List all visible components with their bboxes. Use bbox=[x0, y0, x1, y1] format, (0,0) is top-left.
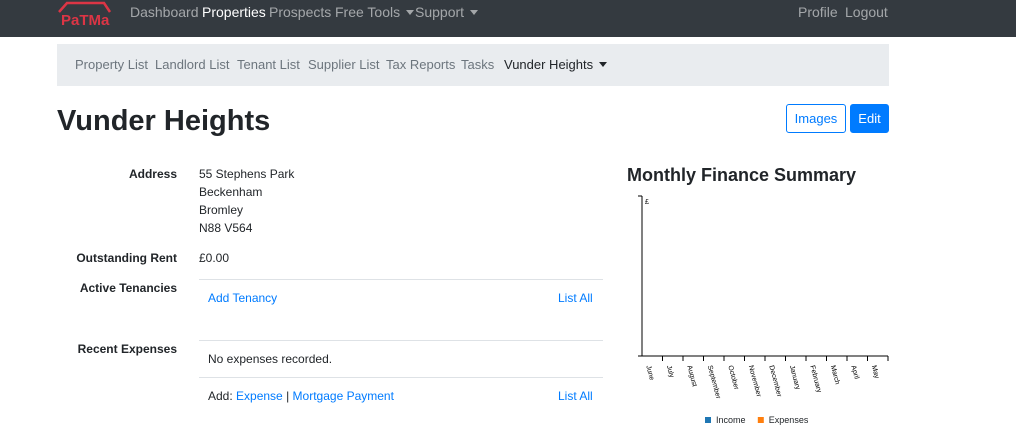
no-expenses-text: No expenses recorded. bbox=[208, 352, 333, 366]
chart-plot: £ June July August September October November D… bbox=[638, 195, 889, 425]
divider bbox=[199, 340, 603, 341]
images-button[interactable]: Images bbox=[786, 104, 846, 133]
property-subnav: Property List Landlord List Tenant List … bbox=[57, 44, 889, 86]
x-tick-label: March bbox=[829, 365, 841, 386]
x-tick-label: December bbox=[767, 365, 782, 399]
brand-logo[interactable]: PaTMa bbox=[57, 0, 112, 29]
subnav-tenant-list[interactable]: Tenant List bbox=[237, 57, 300, 72]
outstanding-rent-value: £0.00 bbox=[199, 251, 230, 265]
x-tick-label: May bbox=[870, 365, 880, 380]
tenancies-list-all-link[interactable]: List All bbox=[558, 291, 593, 305]
address-label: Address bbox=[128, 167, 177, 181]
address-line-1: 55 Stephens Park bbox=[199, 167, 295, 181]
legend-label-income: Income bbox=[716, 415, 746, 425]
page-title: Vunder Heights bbox=[57, 105, 271, 137]
active-tenancies-label: Active Tenancies bbox=[79, 281, 177, 295]
recent-expenses-label: Recent Expenses bbox=[77, 342, 177, 356]
address-line-4: N88 V564 bbox=[199, 221, 253, 235]
nav-prospects[interactable]: Prospects bbox=[269, 4, 331, 20]
legend-swatch-expenses bbox=[757, 417, 764, 423]
x-tick-label: August bbox=[685, 365, 697, 388]
address-line-3: Bromley bbox=[199, 203, 244, 217]
chart-title: Monthly Finance Summary bbox=[627, 165, 857, 185]
subnav-supplier-list[interactable]: Supplier List bbox=[308, 57, 380, 72]
link-separator: | bbox=[286, 389, 290, 403]
house-roof-logo-icon: PaTMa bbox=[58, 1, 112, 29]
finance-chart: £ June July August September October November D… bbox=[638, 195, 889, 425]
y-axis-label: £ bbox=[645, 199, 649, 206]
x-tick-label: November bbox=[747, 365, 762, 399]
add-expense-link[interactable]: Expense bbox=[236, 389, 283, 403]
expenses-list-all-link[interactable]: List All bbox=[558, 389, 593, 403]
caret-down-icon bbox=[599, 62, 608, 68]
outstanding-rent-label: Outstanding Rent bbox=[76, 251, 177, 265]
x-tick-label: July bbox=[665, 365, 675, 379]
x-tick-label: April bbox=[849, 365, 860, 381]
nav-support[interactable]: Support bbox=[415, 4, 479, 20]
add-prefix: Add: bbox=[208, 389, 233, 403]
nav-dashboard[interactable]: Dashboard bbox=[130, 4, 199, 20]
divider bbox=[199, 279, 603, 280]
nav-support-label: Support bbox=[415, 4, 465, 20]
legend-label-expenses: Expenses bbox=[769, 415, 809, 425]
nav-profile[interactable]: Profile bbox=[798, 4, 838, 20]
edit-button[interactable]: Edit bbox=[850, 104, 889, 133]
x-tick-label: February bbox=[808, 365, 822, 394]
nav-logout[interactable]: Logout bbox=[845, 4, 888, 20]
address-line-2: Beckenham bbox=[199, 185, 263, 199]
subnav-property-list[interactable]: Property List bbox=[75, 57, 148, 72]
caret-down-icon bbox=[470, 9, 479, 15]
add-mortgage-link[interactable]: Mortgage Payment bbox=[293, 389, 394, 403]
add-expense-row: Add: Expense | Mortgage Payment bbox=[208, 389, 394, 403]
x-tick-label: June bbox=[644, 365, 655, 382]
x-tick-label: September bbox=[706, 365, 722, 401]
caret-down-icon bbox=[406, 9, 415, 15]
nav-free-tools[interactable]: Free Tools bbox=[335, 4, 415, 20]
subnav-tasks[interactable]: Tasks bbox=[461, 57, 494, 72]
nav-properties[interactable]: Properties bbox=[202, 4, 266, 20]
brand-text: PaTMa bbox=[61, 12, 110, 28]
x-tick-label: January bbox=[788, 365, 801, 391]
nav-free-tools-label: Free Tools bbox=[335, 4, 401, 20]
subnav-tax-reports[interactable]: Tax Reports bbox=[386, 57, 455, 72]
subnav-vunder-heights[interactable]: Vunder Heights bbox=[504, 57, 608, 72]
subnav-landlord-list[interactable]: Landlord List bbox=[155, 57, 229, 72]
legend-swatch-income bbox=[705, 417, 711, 423]
divider bbox=[199, 377, 603, 378]
add-tenancy-link[interactable]: Add Tenancy bbox=[208, 291, 277, 305]
subnav-vunder-heights-label: Vunder Heights bbox=[504, 57, 594, 72]
top-navbar: PaTMa Dashboard Properties Prospects Fre… bbox=[0, 0, 1016, 37]
x-tick-label: October bbox=[726, 365, 739, 392]
